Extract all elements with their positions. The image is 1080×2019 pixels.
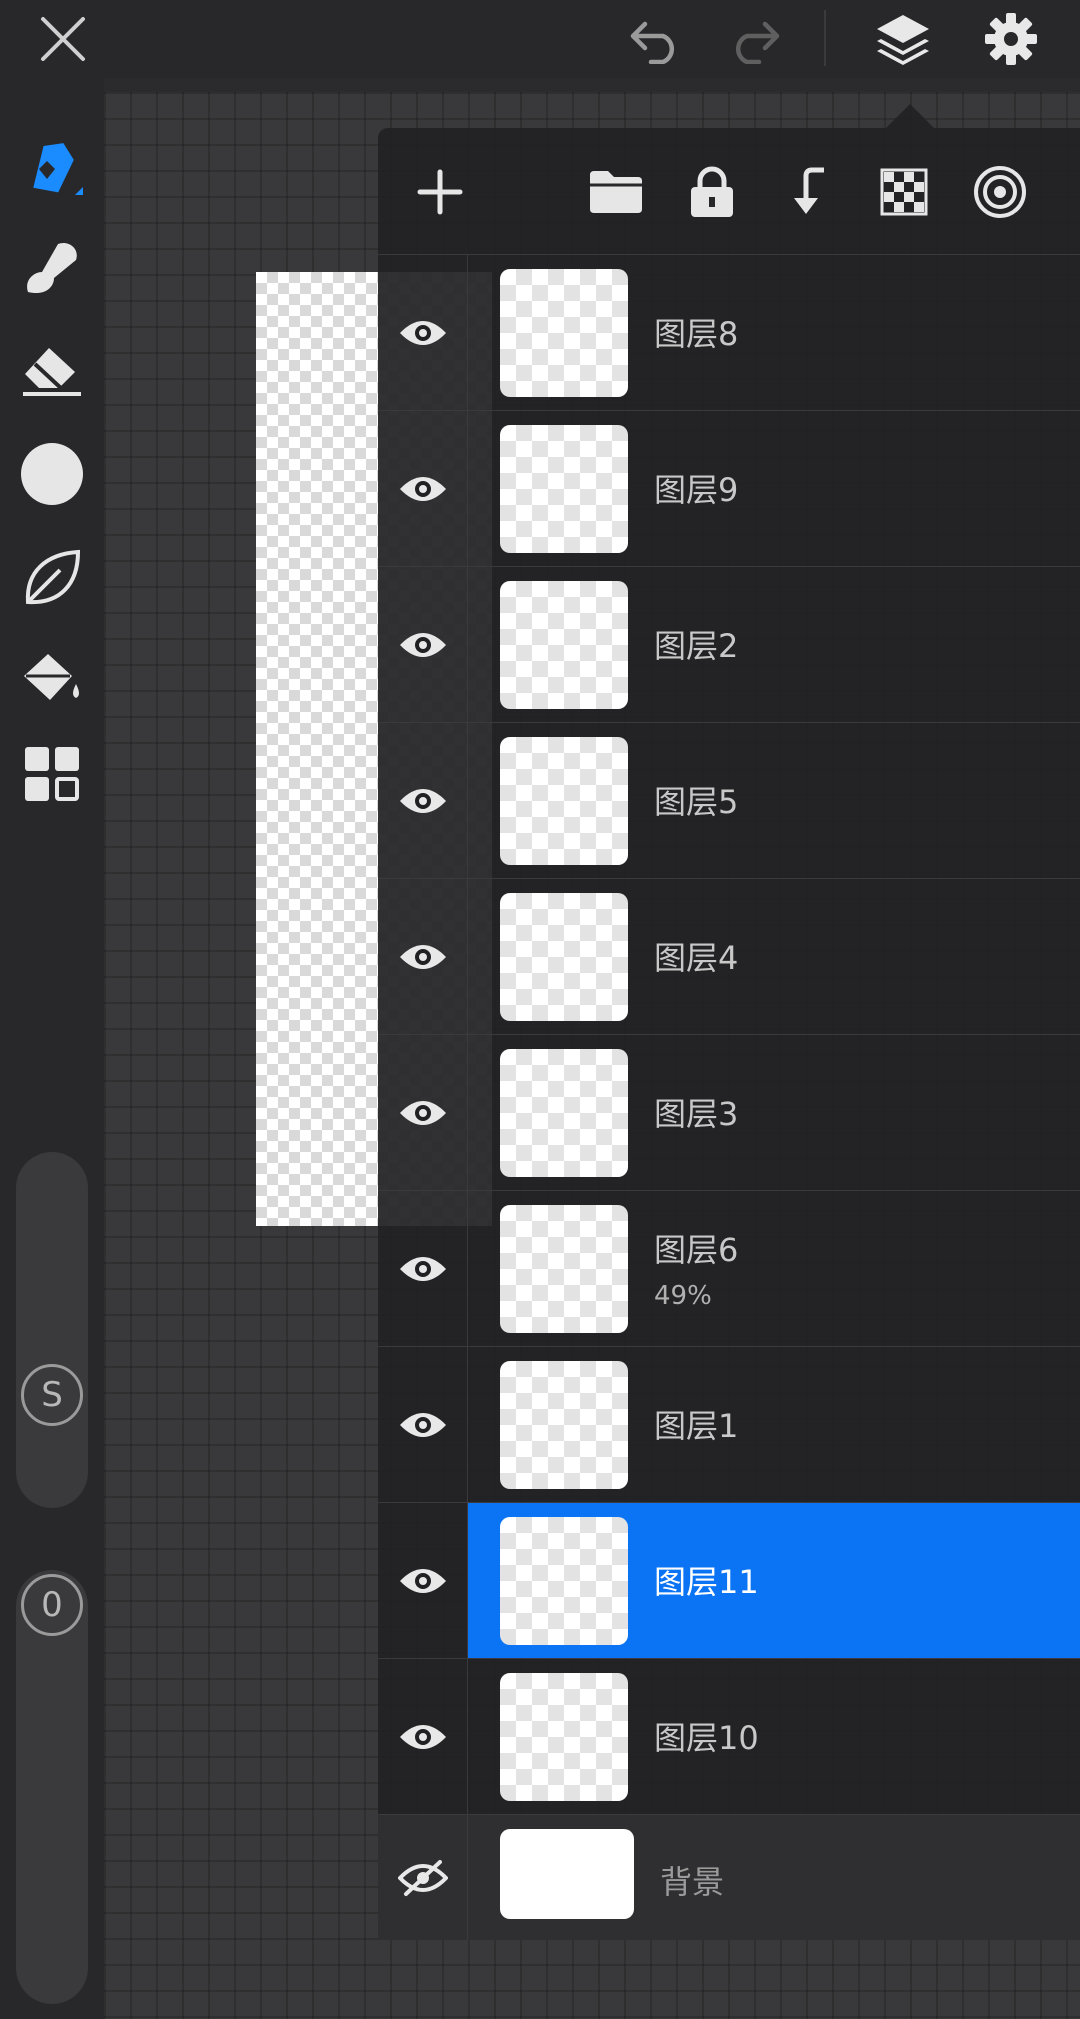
layer-row[interactable]: 图层10 [378,1658,1080,1814]
layer-opacity: 49% [654,1281,712,1311]
layer-content[interactable]: 图层4 [468,879,1080,1034]
eraser-tool-icon[interactable] [12,328,92,408]
eye-icon[interactable] [378,411,468,566]
layer-name: 图层11 [654,1563,759,1601]
left-toolbar: S 0 [0,78,104,2019]
panel-caret [886,104,934,128]
layers-panel: 图层8 图层9 图层2 图层5 图层4 图层3 图层6 49% 图层1 图层11 图层10 背景 [378,128,1080,1940]
layer-thumbnail [500,737,628,865]
eye-icon[interactable] [378,1347,468,1502]
layer-row[interactable]: 图层8 [378,254,1080,410]
layer-name: 图层2 [654,627,739,665]
layer-content[interactable]: 图层8 [468,255,1080,410]
layer-row[interactable]: 图层5 [378,722,1080,878]
layer-row[interactable]: 图层2 [378,566,1080,722]
layer-content[interactable]: 图层6 49% [468,1191,1080,1346]
eye-icon[interactable] [378,1659,468,1814]
layer-name: 图层4 [654,939,739,977]
eye-icon[interactable] [378,1503,468,1658]
layer-content[interactable]: 图层1 [468,1347,1080,1502]
layer-name: 图层9 [654,471,739,509]
layer-row[interactable]: 图层1 [378,1346,1080,1502]
opacity-badge: 0 [21,1574,83,1636]
top-bar [0,0,1080,78]
layer-row[interactable]: 图层4 [378,878,1080,1034]
layers-panel-toolbar [378,128,1080,254]
eye-icon[interactable] [378,255,468,410]
grid-menu-icon[interactable] [12,734,92,814]
layer-name: 背景 [660,1863,725,1901]
layer-name: 图层1 [654,1407,739,1445]
leaf-shape-icon[interactable] [12,538,92,618]
add-icon[interactable] [408,160,472,224]
layer-content[interactable]: 图层5 [468,723,1080,878]
layer-content[interactable]: 图层11 [468,1503,1080,1658]
transparency-icon[interactable] [872,160,936,224]
layer-content[interactable]: 图层2 [468,567,1080,722]
eye-off-icon[interactable] [378,1815,468,1940]
divider [824,10,826,66]
layer-thumbnail [500,425,628,553]
fill-bucket-icon[interactable] [12,640,92,720]
eye-icon[interactable] [378,1035,468,1190]
layer-name: 图层6 [654,1231,739,1269]
size-badge: S [21,1364,83,1426]
close-icon[interactable] [30,8,96,70]
eye-icon[interactable] [378,879,468,1034]
eye-icon[interactable] [378,1191,468,1346]
layer-row[interactable]: 图层11 [378,1502,1080,1658]
layer-content[interactable]: 图层9 [468,411,1080,566]
layer-name: 图层8 [654,315,739,353]
layer-content[interactable]: 图层10 [468,1659,1080,1814]
layer-thumbnail [500,1049,628,1177]
layer-thumbnail [500,893,628,1021]
eye-icon[interactable] [378,723,468,878]
layer-thumbnail [500,1205,628,1333]
layer-row[interactable]: 图层6 49% [378,1190,1080,1346]
layer-thumbnail [500,1517,628,1645]
layer-content[interactable]: 图层3 [468,1035,1080,1190]
smudge-tool-icon[interactable] [12,228,92,308]
layer-thumbnail [500,269,628,397]
layer-content[interactable]: 背景 [468,1815,1080,1940]
pen-tool-icon[interactable] [12,130,92,210]
layer-name: 图层3 [654,1095,739,1133]
gear-icon[interactable] [978,8,1044,70]
merge-down-icon[interactable] [776,160,840,224]
layer-thumbnail [500,581,628,709]
background-thumbnail [500,1829,634,1919]
lock-icon[interactable] [680,160,744,224]
layer-name: 图层10 [654,1719,759,1757]
layer-thumbnail [500,1673,628,1801]
layers-icon[interactable] [870,8,936,70]
folder-icon[interactable] [584,160,648,224]
background-layer-row[interactable]: 背景 [378,1814,1080,1940]
undo-icon[interactable] [624,8,690,70]
layer-name: 图层5 [654,783,739,821]
target-icon[interactable] [968,160,1032,224]
color-circle-icon[interactable] [12,434,92,514]
brush-size-slider[interactable] [16,1152,88,1508]
layer-row[interactable]: 图层9 [378,410,1080,566]
redo-icon[interactable] [720,8,786,70]
eye-icon[interactable] [378,567,468,722]
layer-thumbnail [500,1361,628,1489]
layer-row[interactable]: 图层3 [378,1034,1080,1190]
